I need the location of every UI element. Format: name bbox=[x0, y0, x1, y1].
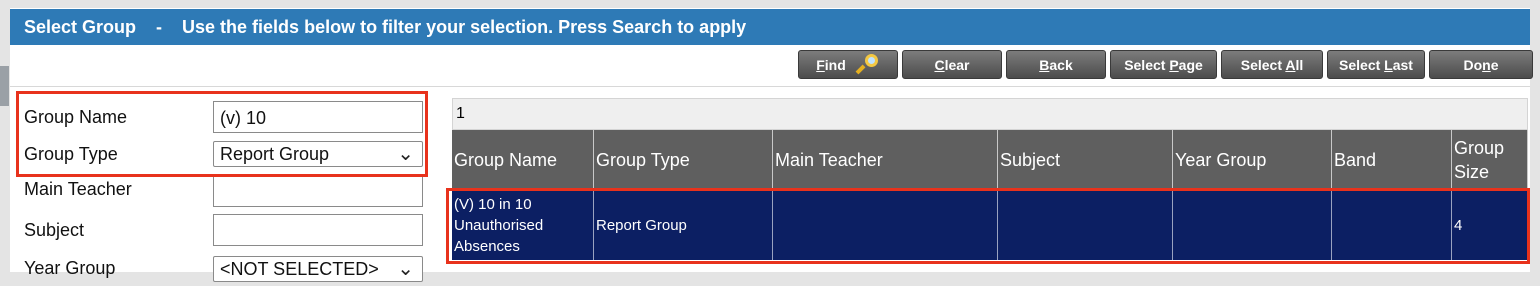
clear-button[interactable]: Clear bbox=[902, 50, 1002, 79]
year-group-select[interactable]: <NOT SELECTED> ⌄ bbox=[213, 256, 423, 282]
column-header-year-group[interactable]: Year Group bbox=[1173, 130, 1332, 190]
year-group-value: <NOT SELECTED> bbox=[220, 259, 379, 279]
subject-input[interactable] bbox=[213, 214, 423, 246]
find-button[interactable]: Find bbox=[798, 50, 898, 79]
title-separator: - bbox=[156, 16, 163, 37]
button-label: Select Page bbox=[1124, 56, 1203, 73]
select-page-button[interactable]: Select Page bbox=[1110, 50, 1217, 79]
divider bbox=[10, 86, 1530, 87]
column-header-band[interactable]: Band bbox=[1332, 130, 1452, 190]
highlight-box-filters bbox=[16, 91, 428, 177]
column-header-subject[interactable]: Subject bbox=[998, 130, 1173, 190]
column-header-group-size[interactable]: Group Size bbox=[1452, 130, 1528, 190]
pagination-bar: 1 bbox=[452, 98, 1528, 130]
page-link[interactable]: 1 bbox=[456, 105, 465, 122]
button-label: Select Last bbox=[1339, 56, 1413, 73]
button-label: Select All bbox=[1240, 56, 1304, 73]
filter-year-group: Year Group <NOT SELECTED> ⌄ bbox=[24, 252, 424, 286]
magnifier-icon bbox=[854, 53, 880, 77]
background-sliver bbox=[0, 66, 9, 106]
dialog-title: Select Group bbox=[24, 16, 137, 37]
main-teacher-label: Main Teacher bbox=[24, 179, 132, 199]
filter-main-teacher: Main Teacher bbox=[24, 174, 424, 208]
button-label: Find bbox=[816, 56, 846, 73]
filter-subject: Subject bbox=[24, 213, 424, 247]
button-label: Back bbox=[1039, 56, 1073, 73]
column-header-main-teacher[interactable]: Main Teacher bbox=[773, 130, 998, 190]
select-last-button[interactable]: Select Last bbox=[1327, 50, 1425, 79]
column-header-group-name[interactable]: Group Name bbox=[452, 130, 594, 190]
toolbar: Find Clear Back Select Page Select All Select… bbox=[798, 50, 1537, 79]
subject-label: Subject bbox=[24, 220, 85, 240]
button-label: Clear bbox=[934, 56, 970, 73]
main-teacher-input[interactable] bbox=[213, 175, 423, 207]
title-bar: Select Group - Use the fields below to f… bbox=[10, 9, 1530, 45]
back-button[interactable]: Back bbox=[1006, 50, 1106, 79]
year-group-label: Year Group bbox=[24, 258, 116, 278]
column-header-group-type[interactable]: Group Type bbox=[594, 130, 773, 190]
dialog-subtitle: Use the fields below to filter your sele… bbox=[182, 16, 747, 37]
done-button[interactable]: Done bbox=[1429, 50, 1533, 79]
select-all-button[interactable]: Select All bbox=[1221, 50, 1323, 79]
button-label: Done bbox=[1463, 56, 1499, 73]
highlight-box-row bbox=[446, 188, 1530, 264]
chevron-down-icon: ⌄ bbox=[397, 258, 414, 280]
